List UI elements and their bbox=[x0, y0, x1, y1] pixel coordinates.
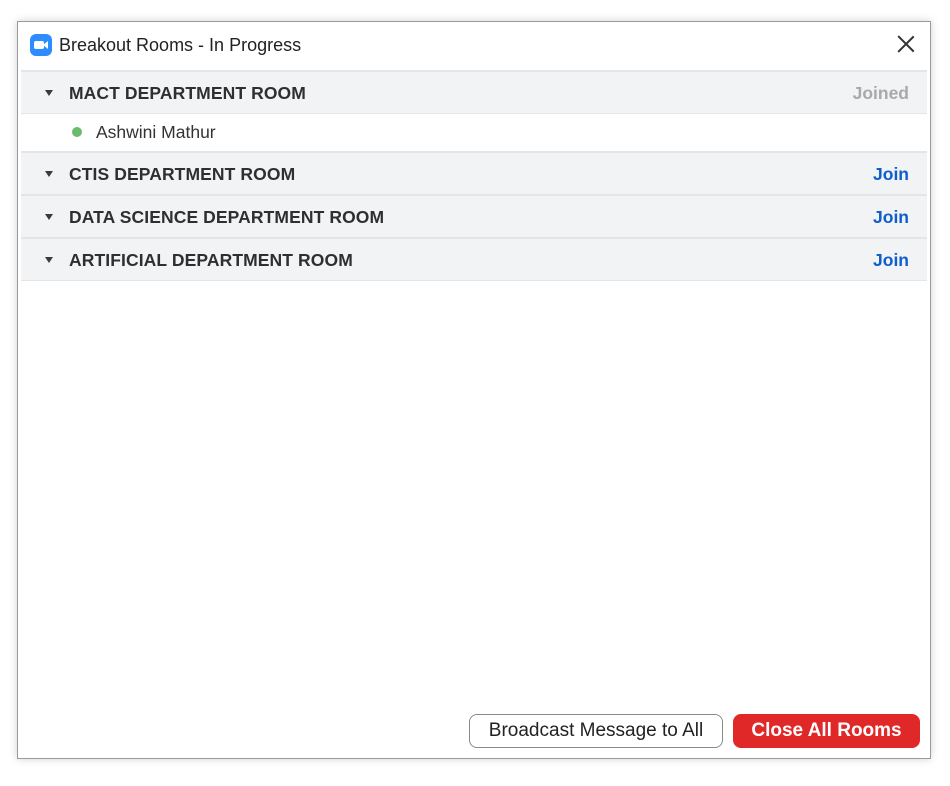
join-link[interactable]: Join bbox=[873, 207, 909, 228]
caret-down-icon[interactable] bbox=[45, 90, 53, 96]
joined-status: Joined bbox=[852, 83, 909, 103]
room-header-data-science[interactable]: DATA SCIENCE DEPARTMENT ROOM Join bbox=[21, 194, 927, 237]
join-link[interactable]: Join bbox=[873, 250, 909, 271]
caret-down-icon[interactable] bbox=[45, 171, 53, 177]
zoom-camera-icon bbox=[30, 34, 52, 56]
breakout-rooms-window: Breakout Rooms - In Progress MACT DEPART… bbox=[17, 21, 931, 759]
room-header-artificial[interactable]: ARTIFICIAL DEPARTMENT ROOM Join bbox=[21, 237, 927, 280]
room-name: DATA SCIENCE DEPARTMENT ROOM bbox=[69, 207, 385, 227]
caret-down-icon[interactable] bbox=[45, 257, 53, 263]
room-name: CTIS DEPARTMENT ROOM bbox=[69, 164, 296, 184]
close-all-rooms-button[interactable]: Close All Rooms bbox=[733, 714, 920, 748]
online-status-dot-icon bbox=[72, 127, 82, 137]
participant-row: Ashwini Mathur bbox=[21, 113, 927, 151]
room-header-ctis[interactable]: CTIS DEPARTMENT ROOM Join bbox=[21, 151, 927, 194]
room-name: ARTIFICIAL DEPARTMENT ROOM bbox=[69, 250, 353, 270]
broadcast-message-button[interactable]: Broadcast Message to All bbox=[469, 714, 723, 748]
window-title: Breakout Rooms - In Progress bbox=[59, 35, 302, 55]
divider bbox=[21, 280, 927, 281]
room-name: MACT DEPARTMENT ROOM bbox=[69, 83, 306, 103]
caret-down-icon[interactable] bbox=[45, 214, 53, 220]
rooms-list: MACT DEPARTMENT ROOM Joined Ashwini Math… bbox=[21, 70, 927, 281]
participant-name: Ashwini Mathur bbox=[96, 122, 216, 142]
join-link[interactable]: Join bbox=[873, 164, 909, 185]
close-icon[interactable] bbox=[896, 34, 916, 54]
room-header-mact[interactable]: MACT DEPARTMENT ROOM Joined bbox=[21, 70, 927, 113]
title-bar: Breakout Rooms - In Progress bbox=[18, 22, 930, 70]
